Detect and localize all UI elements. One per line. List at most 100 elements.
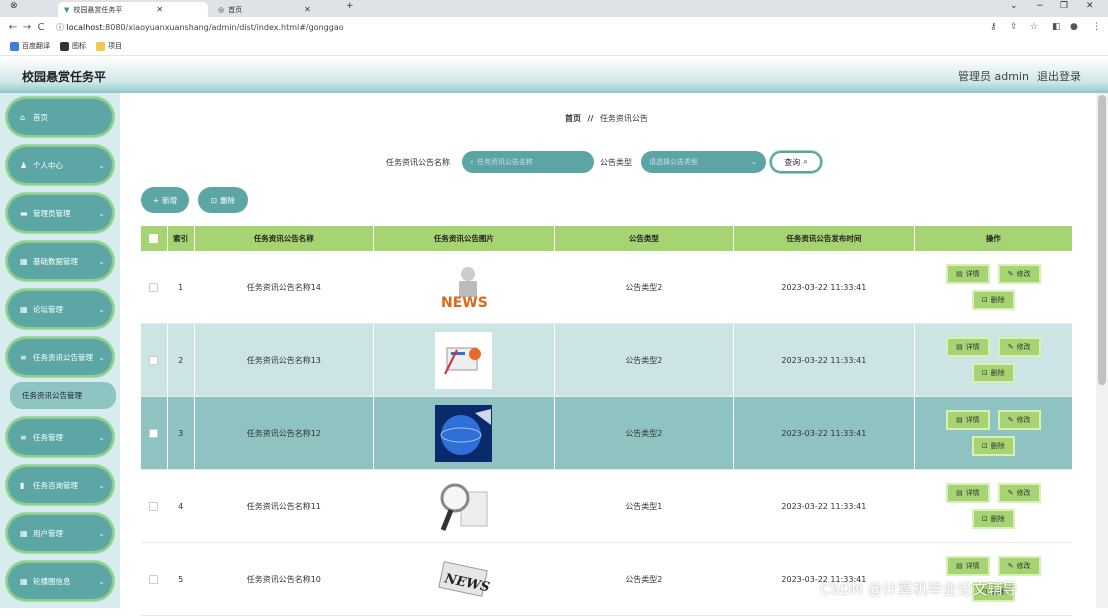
edit-button[interactable]: ✎ 修改 <box>997 337 1041 357</box>
sidebar-item-forum[interactable]: ▦ 论坛管理 ⌄ <box>6 289 114 329</box>
breadcrumb-separator: // <box>587 114 594 123</box>
checkbox[interactable] <box>149 355 159 365</box>
sidebar-item-announcements[interactable]: ≡ 任务资讯公告管理 ⌄ <box>6 337 114 377</box>
bookmark-item[interactable]: 项目 <box>96 41 122 51</box>
sidebar-item-basic-data[interactable]: ▦ 基础数据管理 ⌄ <box>6 241 114 281</box>
type-filter-label: 公告类型 <box>600 158 632 167</box>
image-icon <box>60 41 69 51</box>
news-magnifier-image[interactable] <box>435 478 492 535</box>
edit-button[interactable]: ✎ 修改 <box>997 483 1041 503</box>
row-select[interactable] <box>141 324 168 396</box>
browser-tab-active[interactable]: ▼ 校园悬赏任务平 ✕ <box>58 2 208 17</box>
doc-icon: ▤ <box>956 562 963 570</box>
pencil-icon: ✎ <box>1007 270 1014 278</box>
news-3d-figure-image[interactable]: NEWS <box>435 259 492 316</box>
detail-button[interactable]: ▤ 详情 <box>946 483 990 503</box>
back-icon[interactable]: ← <box>6 22 20 33</box>
edit-label: 修改 <box>1016 489 1031 497</box>
delete-button[interactable]: ⊡ 删除 <box>198 187 248 213</box>
chevron-down-icon: ⌄ <box>98 208 105 218</box>
type-select[interactable]: 请选择公告类型 ⌄ <box>641 151 766 173</box>
browser-tab[interactable]: ◎ 首页 ✕ <box>212 2 342 17</box>
sidebar-item-label: 论坛管理 <box>33 304 63 314</box>
detail-label: 详情 <box>965 489 980 497</box>
close-tab-icon[interactable]: ✕ <box>304 5 311 14</box>
url-field[interactable]: ⓘ localhost:8080/xiaoyuanxuanshang/admin… <box>56 22 344 33</box>
minimize-icon[interactable]: − <box>1036 1 1044 11</box>
col-name: 任务资讯公告名称 <box>195 226 375 251</box>
checkbox[interactable] <box>149 574 159 584</box>
close-tab-icon[interactable]: ✕ <box>156 5 163 14</box>
edit-button[interactable]: ✎ 修改 <box>997 556 1041 576</box>
sidebar-item-label: 轮播图信息 <box>33 576 71 586</box>
bookmark-item[interactable]: 图标 <box>60 41 86 51</box>
sidebar-item-admins[interactable]: ▬ 管理员管理 ⌄ <box>6 193 114 233</box>
scrollbar-thumb[interactable] <box>1098 95 1106 385</box>
checkbox[interactable] <box>149 282 159 292</box>
new-tab-icon[interactable]: + <box>346 1 354 11</box>
tab-list-icon[interactable]: ⌄ <box>1010 1 1018 11</box>
profile-icon[interactable]: ● <box>1070 22 1078 32</box>
star-icon[interactable]: ☆ <box>1030 22 1038 32</box>
key-icon[interactable]: ⚷ <box>990 22 997 32</box>
edit-button[interactable]: ✎ 修改 <box>997 264 1041 284</box>
pencil-icon: ✎ <box>1007 416 1014 424</box>
news-paper-pencil-image[interactable] <box>435 331 493 389</box>
submenu-item-announcements[interactable]: 任务资讯公告管理 <box>10 382 116 409</box>
sidebar-item-profile[interactable]: ♟ 个人中心 ⌄ <box>6 145 114 185</box>
edit-label: 修改 <box>1016 416 1031 424</box>
grid-icon: ▦ <box>20 256 28 266</box>
name-search-input[interactable]: ⌕ 任务资讯公告名称 <box>462 151 594 173</box>
forward-icon[interactable]: → <box>20 22 34 33</box>
sidepanel-icon[interactable]: ◧ <box>1052 22 1061 32</box>
table-row: 1 任务资讯公告名称14 NEWS 公告类型2 2023-03-22 11:33… <box>141 251 1072 324</box>
query-button[interactable]: 查询 ⌕ <box>770 151 822 173</box>
row-delete-button[interactable]: ⊡ 删除 <box>971 436 1015 456</box>
type-select-placeholder: 请选择公告类型 <box>649 158 698 166</box>
cell-ops: ▤ 详情 ✎ 修改 ⊡ 删除 <box>915 251 1072 323</box>
row-select[interactable] <box>141 251 168 323</box>
sidebar-item-consult[interactable]: ▮ 任务咨询管理 ⌄ <box>6 465 114 505</box>
trash-icon: ⊡ <box>981 442 988 450</box>
checkbox[interactable] <box>149 234 159 243</box>
doc-icon: ▤ <box>956 416 963 424</box>
sidebar-item-carousel[interactable]: ▦ 轮播图信息 ⌄ <box>6 561 114 601</box>
logout-link[interactable]: 退出登录 <box>1037 68 1081 84</box>
news-paper-image[interactable]: NEWS <box>435 551 492 608</box>
kebab-menu-icon[interactable]: ⋮ <box>1092 22 1101 32</box>
sidebar-item-home[interactable]: ⌂ 首页 <box>6 97 114 137</box>
row-select[interactable] <box>141 397 168 469</box>
checkbox[interactable] <box>149 501 159 511</box>
maximize-icon[interactable]: ❐ <box>1060 1 1068 11</box>
breadcrumb-home[interactable]: 首页 <box>565 114 581 123</box>
sidebar-item-tasks[interactable]: ≡ 任务管理 ⌄ <box>6 417 114 457</box>
detail-label: 详情 <box>965 270 980 278</box>
query-label: 查询 <box>784 157 801 167</box>
row-delete-button[interactable]: ⊡ 删除 <box>971 290 1015 310</box>
cell-time: 2023-03-22 11:33:41 <box>734 397 915 469</box>
pencil-icon: ✎ <box>1007 489 1014 497</box>
checkbox[interactable] <box>149 428 159 438</box>
row-select[interactable] <box>141 470 168 542</box>
share-icon[interactable]: ⇪ <box>1010 22 1018 32</box>
detail-button[interactable]: ▤ 详情 <box>946 410 990 430</box>
reload-icon[interactable]: C <box>34 22 48 33</box>
news-globe-image[interactable] <box>435 404 493 462</box>
add-button[interactable]: + 新增 <box>141 187 189 213</box>
detail-button[interactable]: ▤ 详情 <box>946 264 990 284</box>
cell-index: 3 <box>168 397 195 469</box>
bookmark-item[interactable]: 百度翻译 <box>10 41 50 51</box>
page-scrollbar[interactable] <box>1096 93 1108 608</box>
row-delete-button[interactable]: ⊡ 删除 <box>971 363 1015 383</box>
browser-menu-icon[interactable]: ⊗ <box>10 1 18 11</box>
chevron-down-icon: ⌄ <box>751 158 757 166</box>
row-select[interactable] <box>141 543 168 615</box>
announcement-table: 索引 任务资讯公告名称 任务资讯公告图片 公告类型 任务资讯公告发布时间 操作 … <box>141 226 1072 616</box>
row-delete-button[interactable]: ⊡ 删除 <box>971 509 1015 529</box>
detail-button[interactable]: ▤ 详情 <box>946 556 990 576</box>
header-select-all[interactable] <box>141 226 168 251</box>
sidebar-item-users[interactable]: ▦ 用户管理 ⌄ <box>6 513 114 553</box>
edit-button[interactable]: ✎ 修改 <box>997 410 1041 430</box>
close-window-icon[interactable]: ✕ <box>1086 1 1094 11</box>
detail-button[interactable]: ▤ 详情 <box>946 337 990 357</box>
